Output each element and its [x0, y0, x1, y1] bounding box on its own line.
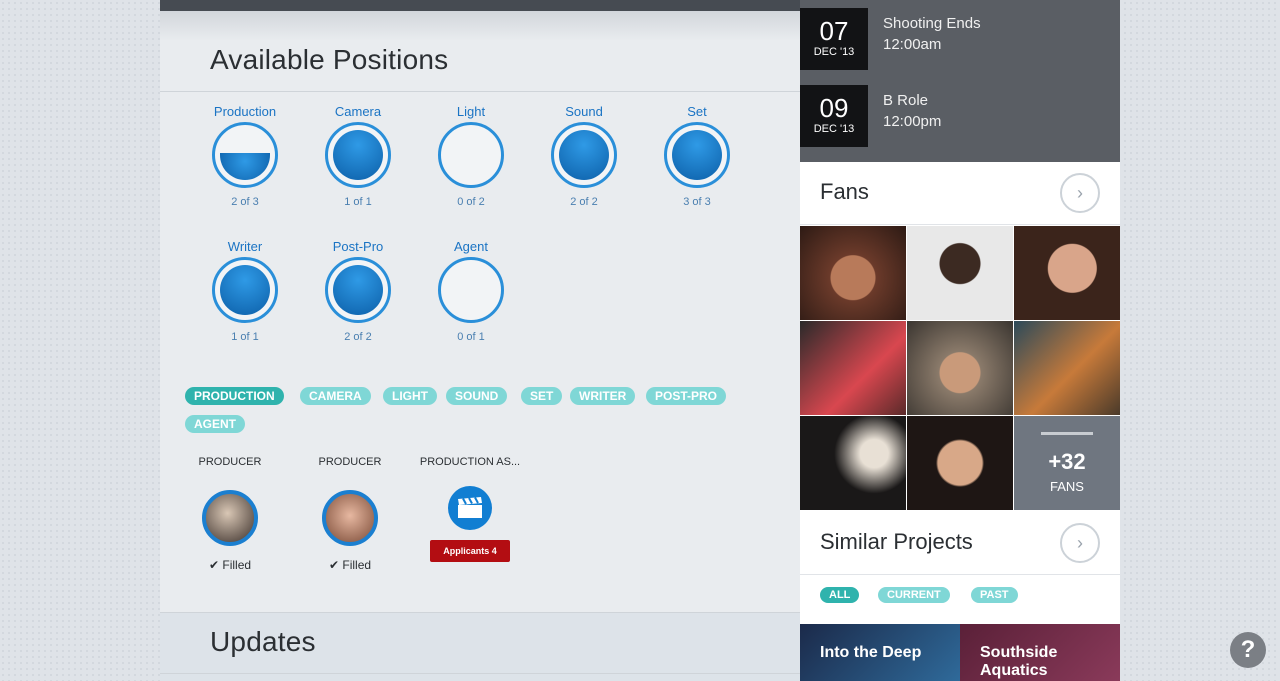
tag-agent[interactable]: AGENT [185, 415, 245, 433]
applicants-button[interactable]: Applicants 4 [430, 540, 510, 562]
fan-photo[interactable] [800, 321, 906, 415]
fan-photo[interactable] [907, 416, 1013, 510]
schedule-panel: 07 DEC '13 Shooting Ends 12:00am 09 DEC … [800, 0, 1120, 162]
role-title: PRODUCER [198, 456, 262, 468]
event-item[interactable]: B Role 12:00pm [883, 90, 941, 132]
position-light[interactable]: Light 0 of 2 [421, 104, 521, 208]
role-card[interactable]: PRODUCTION AS... Applicants 4 [410, 456, 530, 562]
fan-photo[interactable] [1014, 226, 1120, 320]
position-label: Post-Pro [332, 239, 384, 254]
help-button[interactable]: ? [1230, 632, 1266, 668]
position-label: Light [456, 104, 486, 119]
position-count: 1 of 1 [231, 331, 259, 343]
position-label: Camera [334, 104, 382, 119]
project-title: Southside Aquatics [980, 644, 1058, 679]
main-panel: Available Positions Production 2 of 3 Ca… [160, 0, 800, 681]
position-gauge [212, 257, 278, 323]
tag-set[interactable]: SET [521, 387, 563, 405]
top-bar [160, 0, 800, 11]
clapperboard-icon [448, 486, 492, 530]
position-gauge [212, 122, 278, 188]
chevron-right-icon[interactable]: › [1060, 173, 1100, 213]
position-post-pro[interactable]: Post-Pro 2 of 2 [308, 239, 408, 343]
fans-grid: +32 FANS [800, 226, 1121, 511]
position-count: 0 of 1 [457, 331, 485, 343]
position-label: Sound [565, 104, 603, 119]
position-count: 0 of 2 [457, 196, 485, 208]
role-title: PRODUCER [318, 456, 382, 468]
position-count: 1 of 1 [344, 196, 372, 208]
position-label: Writer [227, 239, 263, 254]
role-title: PRODUCTION AS... [419, 456, 521, 468]
position-gauge [438, 257, 504, 323]
tag-sound[interactable]: SOUND [446, 387, 508, 405]
fan-photo[interactable] [800, 226, 906, 320]
chevron-right-icon[interactable]: › [1060, 523, 1100, 563]
fans-title: Fans [820, 179, 869, 204]
tag-past[interactable]: PAST [971, 587, 1018, 603]
position-gauge [325, 257, 391, 323]
position-gauge [551, 122, 617, 188]
fan-photo[interactable] [1014, 321, 1120, 415]
role-card[interactable]: PRODUCER ✔ Filled [290, 456, 410, 572]
position-count: 2 of 2 [344, 331, 372, 343]
similar-projects-title: Similar Projects [820, 529, 973, 554]
fan-photo[interactable] [907, 226, 1013, 320]
avatar [322, 490, 378, 546]
more-fans-count: +32 [1048, 449, 1086, 474]
project-card[interactable]: Into the Deep [800, 624, 960, 681]
tag-production[interactable]: PRODUCTION [185, 387, 284, 405]
tag-all[interactable]: ALL [820, 587, 860, 603]
more-fans-label: FANS [1050, 479, 1084, 494]
filled-status: Filled [342, 558, 372, 572]
position-sound[interactable]: Sound 2 of 2 [534, 104, 634, 208]
filled-status: Filled [222, 558, 252, 572]
position-label: Agent [454, 239, 488, 254]
position-count: 2 of 3 [231, 196, 259, 208]
fan-photo[interactable] [907, 321, 1013, 415]
event-item[interactable]: Shooting Ends 12:00am [883, 13, 981, 55]
position-label: Set [687, 104, 707, 119]
tag-camera[interactable]: CAMERA [300, 387, 371, 405]
position-set[interactable]: Set 3 of 3 [647, 104, 747, 208]
position-count: 2 of 2 [570, 196, 598, 208]
more-fans-button[interactable]: +32 FANS [1014, 416, 1120, 510]
fan-photo[interactable] [800, 416, 906, 510]
tag-writer[interactable]: WRITER [570, 387, 636, 405]
position-count: 3 of 3 [683, 196, 711, 208]
role-card[interactable]: PRODUCER ✔ Filled [170, 456, 290, 572]
position-writer[interactable]: Writer 1 of 1 [195, 239, 295, 343]
project-title: Into the Deep [820, 644, 922, 661]
available-positions-title: Available Positions [210, 44, 449, 75]
position-label: Production [213, 104, 277, 119]
position-gauge [325, 122, 391, 188]
project-card[interactable]: Southside Aquatics [960, 624, 1120, 681]
position-gauge [664, 122, 730, 188]
side-panel: 07 DEC '13 Shooting Ends 12:00am 09 DEC … [800, 0, 1120, 681]
tag-current[interactable]: CURRENT [878, 587, 950, 603]
tag-post-pro[interactable]: POST-PRO [646, 387, 727, 405]
date-badge: 09 DEC '13 [800, 85, 868, 147]
check-icon: ✔ [208, 558, 220, 572]
date-badge: 07 DEC '13 [800, 8, 868, 70]
avatar [202, 490, 258, 546]
updates-title: Updates [210, 626, 316, 657]
position-camera[interactable]: Camera 1 of 1 [308, 104, 408, 208]
position-production[interactable]: Production 2 of 3 [195, 104, 295, 208]
position-agent[interactable]: Agent 0 of 1 [421, 239, 521, 343]
position-gauge [438, 122, 504, 188]
tag-light[interactable]: LIGHT [383, 387, 437, 405]
check-icon: ✔ [328, 558, 340, 572]
